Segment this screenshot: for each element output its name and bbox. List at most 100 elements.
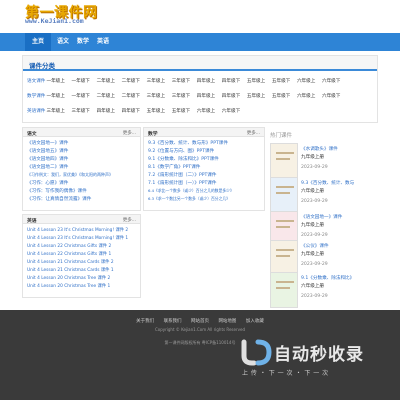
category-row-name[interactable]: 数学课件 xyxy=(27,93,45,101)
footer-link-contact[interactable]: 联系我们 xyxy=(164,319,182,324)
nav-item-math[interactable]: 数学 xyxy=(74,33,92,51)
list-item[interactable]: 《语文园地五》课件 xyxy=(27,148,68,154)
sidebar-card[interactable]: 《水调歌头》课件 九年级上册 2023-09-29 xyxy=(270,143,380,181)
list-item[interactable]: 6.3《求一个数比另一个数多（或少）百分之几》 xyxy=(148,196,230,202)
panel-header: 英语 更多... xyxy=(23,215,140,224)
more-link[interactable]: 更多... xyxy=(247,130,260,136)
list-item[interactable]: 6.4《求比一个数多（或少）百分之几的数是多少》 xyxy=(148,188,234,194)
category-link[interactable]: 二年级下 xyxy=(122,93,140,101)
category-link[interactable]: 一年级下 xyxy=(72,93,90,101)
sidebar-title: 热门课件 xyxy=(270,133,293,139)
category-row-chinese: 语文课件 一年级上 一年级下 二年级上 二年级下 三年级上 三年级下 四年级上 … xyxy=(27,78,346,86)
card-thumbnail[interactable] xyxy=(270,240,298,276)
list-item[interactable]: Unit 4 Lesson 21 Christmas Cards 课件 1 xyxy=(27,267,114,273)
panel-title: 数学 xyxy=(148,131,158,137)
list-item[interactable]: 《习作：写作我的偶像》课件 xyxy=(27,188,87,194)
footer-link-favorite[interactable]: 加入收藏 xyxy=(246,319,264,324)
category-link[interactable]: 六年级下 xyxy=(322,78,340,86)
category-link[interactable]: 三年级下 xyxy=(172,93,190,101)
category-link[interactable]: 四年级下 xyxy=(222,78,240,86)
category-link[interactable]: 二年级上 xyxy=(97,78,115,86)
list-item[interactable]: 《语文园地二》课件 xyxy=(27,164,68,170)
category-link[interactable]: 六年级上 xyxy=(297,93,315,101)
site-logo[interactable]: 第一课件网 www.KeJian1.com xyxy=(25,2,97,28)
list-item[interactable]: 9.2《位置与方向、图》PPT课件 xyxy=(148,148,214,154)
category-link[interactable]: 三年级上 xyxy=(147,78,165,86)
card-title[interactable]: 9.3《百分数、统计、数与 xyxy=(301,180,354,186)
category-row-name[interactable]: 语文课件 xyxy=(27,78,45,86)
category-header: 课件分类 xyxy=(23,56,377,71)
main-nav: 主页 语文 数学 英语 xyxy=(0,33,400,51)
category-link[interactable]: 三年级下 xyxy=(72,108,90,116)
category-link[interactable]: 五年级下 xyxy=(172,108,190,116)
category-link[interactable]: 三年级上 xyxy=(46,108,64,116)
category-link[interactable]: 一年级下 xyxy=(72,78,90,86)
nav-item-home[interactable]: 主页 xyxy=(25,33,51,51)
list-item[interactable]: 《习作例文：我们，家优美》《和太阳的两种声》 xyxy=(27,172,113,178)
category-link[interactable]: 一年级上 xyxy=(46,93,64,101)
footer-link-about[interactable]: 关于我们 xyxy=(136,319,154,324)
card-date: 2023-09-29 xyxy=(301,262,328,267)
footer-link-home[interactable]: 网站首页 xyxy=(191,319,209,324)
list-item[interactable]: 9.1《分数乘、除法和比》PPT课件 xyxy=(148,156,219,162)
category-link[interactable]: 五年级上 xyxy=(147,108,165,116)
card-title[interactable]: 《公仪》课件 xyxy=(301,243,329,249)
card-title[interactable]: 《水调歌头》课件 xyxy=(301,146,338,152)
panel-header: 语文 更多... xyxy=(23,128,140,137)
category-link[interactable]: 六年级上 xyxy=(297,78,315,86)
category-link[interactable]: 四年级下 xyxy=(222,93,240,101)
logo-sub-text: www.KeJian1.com xyxy=(25,17,84,25)
list-item[interactable]: 《习作：让真情自然流露》课件 xyxy=(27,196,91,202)
list-item[interactable]: 7.1《扇形统计图（一）》PPT课件 xyxy=(148,180,216,186)
list-item[interactable]: 《语文园地四》课件 xyxy=(27,156,68,162)
category-link[interactable]: 四年级上 xyxy=(197,93,215,101)
category-link[interactable]: 六年级下 xyxy=(322,93,340,101)
list-item[interactable]: Unit 4 Lesson 20 Christmas Tree 课件 1 xyxy=(27,283,110,289)
card-title[interactable]: 《语文园地一》课件 xyxy=(301,214,342,220)
card-title[interactable]: 9.1《分数乘、除法和比》 xyxy=(301,275,354,281)
category-link[interactable]: 四年级上 xyxy=(197,78,215,86)
category-link[interactable]: 五年级上 xyxy=(247,78,265,86)
watermark-subtext: 上 传 ・ 下 一 次 ・ 下 一 次 xyxy=(242,370,329,377)
category-link[interactable]: 六年级上 xyxy=(197,108,215,116)
category-link[interactable]: 五年级下 xyxy=(272,78,290,86)
card-subtitle: 六年级上册 xyxy=(301,284,324,289)
nav-item-english[interactable]: 英语 xyxy=(94,33,112,51)
category-link[interactable]: 五年级下 xyxy=(272,93,290,101)
category-link[interactable]: 二年级上 xyxy=(97,93,115,101)
category-row-name[interactable]: 英语课件 xyxy=(27,108,45,116)
category-link[interactable]: 二年级下 xyxy=(122,78,140,86)
category-link[interactable]: 三年级下 xyxy=(172,78,190,86)
sidebar-card[interactable]: 9.3《百分数、统计、数与 六年级上册 2023-09-29 xyxy=(270,177,380,215)
more-link[interactable]: 更多... xyxy=(123,130,136,136)
list-item[interactable]: Unit 4 Lesson 22 Christmas Gifts 课件 1 xyxy=(27,251,111,257)
list-item[interactable]: Unit 4 Lesson 23 It's Christmas Morning!… xyxy=(27,227,128,233)
footer-link-sitemap[interactable]: 网站地图 xyxy=(218,319,236,324)
list-item[interactable]: 7.2《扇形统计图（二）》PPT课件 xyxy=(148,172,216,178)
list-item[interactable]: Unit 4 Lesson 23 It's Christmas Morning!… xyxy=(27,235,128,241)
list-item[interactable]: Unit 4 Lesson 22 Christmas Gifts 课件 2 xyxy=(27,243,111,249)
sidebar-card[interactable]: 9.1《分数乘、除法和比》 六年级上册 2023-09-29 xyxy=(270,272,380,310)
list-item[interactable]: 《习作：心愿》课件 xyxy=(27,180,68,186)
category-link[interactable]: 四年级下 xyxy=(122,108,140,116)
list-item[interactable]: 8.1《数学广角》PPT课件 xyxy=(148,164,200,170)
card-thumbnail[interactable] xyxy=(270,272,298,308)
card-subtitle: 六年级上册 xyxy=(301,189,324,194)
category-link[interactable]: 一年级上 xyxy=(46,78,64,86)
list-item[interactable]: Unit 4 Lesson 21 Christmas Cards 课件 2 xyxy=(27,259,114,265)
category-link[interactable]: 四年级上 xyxy=(97,108,115,116)
list-item[interactable]: 《语文园地一》课件 xyxy=(27,140,68,146)
category-link[interactable]: 六年级下 xyxy=(222,108,240,116)
category-link[interactable]: 五年级上 xyxy=(247,93,265,101)
category-box: 课件分类 语文课件 一年级上 一年级下 二年级上 二年级下 三年级上 三年级下 … xyxy=(22,55,378,123)
math-panel: 数学 更多... 9.3《百分数、统计、数与形》PPT课件 9.2《位置与方向、… xyxy=(143,127,265,211)
nav-item-chinese[interactable]: 语文 xyxy=(54,33,72,51)
card-thumbnail[interactable] xyxy=(270,143,298,179)
card-thumbnail[interactable] xyxy=(270,177,298,213)
list-item[interactable]: Unit 4 Lesson 20 Christmas Tree 课件 2 xyxy=(27,275,110,281)
list-item[interactable]: 9.3《百分数、统计、数与形》PPT课件 xyxy=(148,140,228,146)
category-link[interactable]: 三年级上 xyxy=(147,93,165,101)
more-link[interactable]: 更多... xyxy=(123,217,136,223)
category-row-math: 数学课件 一年级上 一年级下 二年级上 二年级下 三年级上 三年级下 四年级上 … xyxy=(27,93,346,101)
watermark: 自动秒收录 上 传 ・ 下 一 次 ・ 下 一 次 xyxy=(240,338,390,380)
